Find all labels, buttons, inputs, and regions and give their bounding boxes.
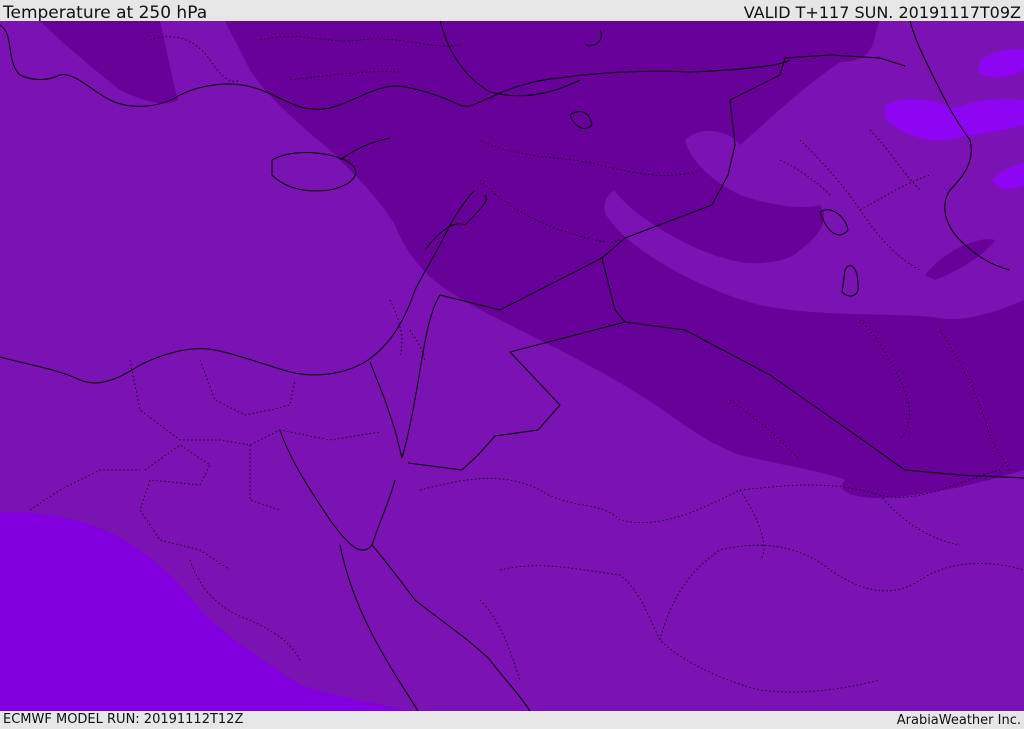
temperature-map[interactable] [0,21,1024,711]
valid-time-label: VALID T+117 SUN. 20191117T09Z [743,3,1021,22]
map-title: Temperature at 250 hPa [3,3,208,23]
header-bar: Temperature at 250 hPa VALID T+117 SUN. … [0,0,1024,23]
footer-bar: ECMWF MODEL RUN: 20191112T12Z ArabiaWeat… [0,711,1024,729]
credit-label: ArabiaWeather Inc. [896,713,1021,728]
model-run-label: ECMWF MODEL RUN: 20191112T12Z [3,712,244,727]
